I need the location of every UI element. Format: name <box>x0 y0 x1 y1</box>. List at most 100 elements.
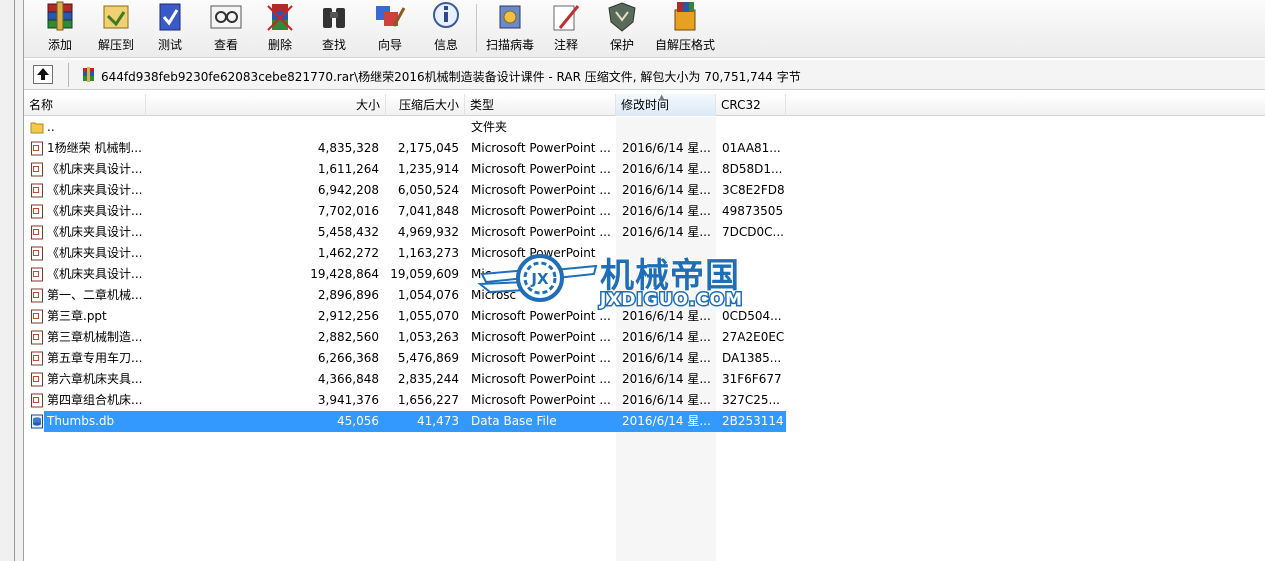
cell-crc: 0CD504... <box>722 309 782 323</box>
cell-modified: 2016/6/14 星... <box>622 393 711 407</box>
cell-modified: 2016/6/14 星... <box>622 351 711 365</box>
table-row[interactable]: 第一、二章机械... 2,896,896 1,054,076 Microsc <box>24 285 786 306</box>
table-row[interactable]: 1杨继荣 机械制... 4,835,328 2,175,045 Microsoft P… <box>24 138 786 159</box>
folder-icon <box>30 120 44 135</box>
frame-divider <box>14 0 15 561</box>
column-modified-header[interactable]: ▲ 修改时间 <box>616 93 716 116</box>
comment-button[interactable]: 注释 <box>540 0 592 56</box>
binoculars-icon <box>323 8 345 28</box>
sfx-button[interactable]: 自解压格式 <box>650 0 720 56</box>
cell-name: 《机床夹具设计... <box>47 183 143 197</box>
find-button-label: 查找 <box>321 38 346 52</box>
table-row[interactable]: 《机床夹具设计... 7,702,016 7,041,848 Microsoft Po… <box>24 201 786 222</box>
ppt-file-icon <box>30 246 44 261</box>
ppt-file-icon <box>30 288 44 303</box>
extract-to-button-label: 解压到 <box>97 38 134 52</box>
ppt-file-icon <box>30 162 44 177</box>
ppt-file-icon <box>30 204 44 219</box>
column-header: 名称 大小 压缩后大小 类型 ▲ 修改时间 CRC32 <box>24 93 1265 116</box>
cell-crc <box>722 285 786 306</box>
table-row[interactable]: 第六章机床夹具... 4,366,848 2,835,244 Microsoft Po… <box>24 369 786 390</box>
toolbar: 添加 解压到 测试 查看 删除 查找 向导 信息 扫描病毒 注释 保护 自解压格… <box>24 0 1265 58</box>
add-button[interactable]: 添加 <box>32 0 88 56</box>
cell-crc: 31F6F677 <box>722 372 782 386</box>
ppt-file-icon <box>30 183 44 198</box>
test-button[interactable]: 测试 <box>144 0 196 56</box>
info-button[interactable]: 信息 <box>420 0 472 56</box>
table-row[interactable]: 第三章机械制造... 2,882,560 1,053,263 Microsoft Po… <box>24 327 786 348</box>
column-crc-header[interactable]: CRC32 <box>716 94 786 116</box>
cell-size: 2,896,896 <box>317 288 379 302</box>
info-icon <box>433 2 459 28</box>
cell-modified: 2016/6/14 星... <box>622 414 711 428</box>
view-glasses-icon <box>210 5 242 29</box>
view-button[interactable]: 查看 <box>200 0 252 56</box>
table-row[interactable]: 第五章专用车刀... 6,266,368 5,476,869 Microsoft Po… <box>24 348 786 369</box>
cell-size: 5,458,432 <box>317 225 379 239</box>
wizard-button[interactable]: 向导 <box>362 0 418 56</box>
column-size-header[interactable]: 大小 <box>146 94 386 116</box>
cell-crc <box>722 117 786 138</box>
table-row[interactable]: 《机床夹具设计... 6,942,208 6,050,524 Microsoft Po… <box>24 180 786 201</box>
cell-crc: 27A2E0EC <box>722 330 785 344</box>
up-folder-button[interactable] <box>33 65 53 84</box>
cell-packed: 5,476,869 <box>397 351 459 365</box>
column-name-header[interactable]: 名称 <box>24 94 146 116</box>
cell-size: 4,366,848 <box>317 372 379 386</box>
shield-icon <box>608 2 636 32</box>
find-button[interactable]: 查找 <box>308 0 360 56</box>
cell-crc: 7DCD0C... <box>722 225 784 239</box>
ppt-file-icon <box>30 330 44 345</box>
cell-size: 2,912,256 <box>317 309 379 323</box>
cell-type: Microsoft PowerPoint ... <box>471 351 611 365</box>
cell-crc: DA1385... <box>722 351 782 365</box>
column-type-header[interactable]: 类型 <box>465 94 616 116</box>
table-row[interactable]: 《机床夹具设计... 5,458,432 4,969,932 Microsoft Po… <box>24 222 786 243</box>
cell-crc: 49873505 <box>722 204 784 218</box>
cell-modified: 2016/6/14 星... <box>622 225 711 239</box>
protect-button[interactable]: 保护 <box>596 0 648 56</box>
file-list[interactable]: 名称 大小 压缩后大小 类型 ▲ 修改时间 CRC32 .. 文件夹 1杨继荣 机械… <box>24 93 1265 561</box>
comment-button-label: 注释 <box>553 38 578 52</box>
cell-packed: 6,050,524 <box>397 183 459 197</box>
cell-packed: 2,835,244 <box>397 372 459 386</box>
delete-books-icon <box>267 4 293 31</box>
cell-name: 第一、二章机械... <box>47 288 143 302</box>
cell-packed: 1,054,076 <box>397 288 459 302</box>
sfx-button-label: 自解压格式 <box>654 38 715 52</box>
table-row[interactable]: 《机床夹具设计... 1,611,264 1,235,914 Microsoft Po… <box>24 159 786 180</box>
cell-size: 1,462,272 <box>317 246 379 260</box>
extract-to-button[interactable]: 解压到 <box>88 0 144 56</box>
table-row[interactable]: 第四章组合机床... 3,941,376 1,656,227 Microsoft Po… <box>24 390 786 411</box>
delete-button[interactable]: 删除 <box>254 0 306 56</box>
scan-virus-button[interactable]: 扫描病毒 <box>482 0 538 56</box>
cell-crc: 327C25... <box>722 393 780 407</box>
cell-name: .. <box>47 120 55 134</box>
delete-button-label: 删除 <box>267 38 292 52</box>
table-row[interactable]: 第三章.ppt 2,912,256 1,055,070 Microsoft Power… <box>24 306 786 327</box>
table-row[interactable]: 《机床夹具设计... 19,428,864 19,059,609 Mic <box>24 264 786 285</box>
cell-type: 文件夹 <box>471 120 508 134</box>
cell-packed: 7,041,848 <box>397 204 459 218</box>
protect-button-label: 保护 <box>609 38 634 52</box>
cell-type: Microsoft PowerPoint ... <box>471 393 611 407</box>
ppt-file-icon <box>30 372 44 387</box>
column-packed-header[interactable]: 压缩后大小 <box>386 94 465 116</box>
info-button-label: 信息 <box>433 38 458 52</box>
cell-modified: 2016/6/14 星... <box>622 309 711 323</box>
cell-size: 45,056 <box>337 414 379 428</box>
ppt-file-icon <box>30 225 44 240</box>
table-row[interactable]: .. 文件夹 <box>24 117 786 138</box>
cell-modified: 2016/6/14 星... <box>622 183 711 197</box>
cell-type: Microsoft PowerPoint ... <box>471 162 611 176</box>
cell-name: 第三章机械制造... <box>47 330 143 344</box>
cell-type: Mic <box>471 267 492 281</box>
archive-path[interactable]: 644fd938feb9230fe62083cebe821770.rar\杨继荣… <box>101 68 801 85</box>
table-row[interactable]: 《机床夹具设计... 1,462,272 1,163,273 Microsoft Po… <box>24 243 786 264</box>
cell-name: 1杨继荣 机械制... <box>47 141 142 155</box>
cell-packed: 41,473 <box>417 414 459 428</box>
db-file-icon <box>30 414 44 429</box>
cell-name: 第六章机床夹具... <box>47 372 143 386</box>
toolbar-separator <box>476 4 477 52</box>
table-row[interactable]: Thumbs.db 45,056 41,473 Data Base File 2016/… <box>24 411 786 432</box>
